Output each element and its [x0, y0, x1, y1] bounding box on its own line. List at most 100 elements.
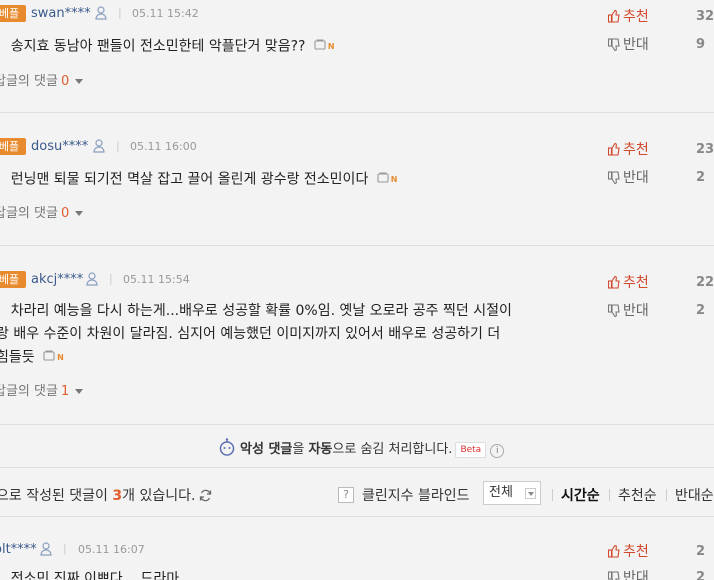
reply-count: 0: [60, 206, 70, 221]
user-icon[interactable]: [93, 138, 105, 153]
dislike-button[interactable]: 반대: [607, 36, 649, 56]
reply-toggle[interactable]: 답글의 댓글 0: [0, 206, 84, 222]
new-badge-icon: N: [390, 175, 398, 184]
comment-text: 송지효 동남아 팬들이 전소민한테 악플단거 맞음??: [10, 38, 306, 55]
like-label: 추천: [623, 544, 649, 560]
comment-date: 05.11 15:54: [123, 273, 190, 286]
like-button[interactable]: 추천: [607, 141, 649, 161]
reply-toggle[interactable]: 답글의 댓글 1: [0, 384, 84, 400]
caret-down-icon: [75, 211, 84, 216]
comment-body-line: 힘들듯 N: [0, 346, 64, 370]
dislike-label: 반대: [623, 570, 649, 580]
dislike-count: 2: [696, 170, 706, 185]
help-icon[interactable]: ?: [338, 487, 354, 503]
like-label: 추천: [623, 9, 649, 25]
comment-text: 전소민 진짜 이쁘다... 드라마: [10, 571, 180, 580]
total-prefix: 으로 작성된 댓글이: [0, 488, 113, 504]
robot-icon: [218, 438, 236, 462]
dislike-count: 2: [696, 570, 706, 580]
dislike-button[interactable]: 반대: [607, 569, 649, 580]
comment-nickname[interactable]: akcj****: [31, 272, 83, 288]
thumbs-down-icon: [607, 571, 620, 580]
sort-by-dislikes[interactable]: 반대순: [675, 485, 714, 505]
notice-text: 을: [292, 442, 309, 457]
report-icon[interactable]: [314, 35, 326, 58]
reply-label: 답글의 댓글: [0, 384, 58, 399]
comment-date: 05.11 16:07: [78, 543, 145, 556]
new-badge-icon: N: [57, 353, 64, 362]
like-count: 2: [696, 544, 706, 559]
reply-toggle[interactable]: 답글의 댓글 0: [0, 74, 84, 90]
comment-text: 런닝맨 퇴물 되기전 멱살 잡고 끌어 올린게 광수랑 전소민이다: [10, 171, 369, 188]
like-button[interactable]: 추천: [607, 8, 649, 28]
separator: |: [63, 542, 67, 555]
thumbs-up-icon: [607, 544, 620, 563]
thumbs-up-icon: [607, 275, 620, 294]
user-icon[interactable]: [40, 541, 52, 556]
auto-hide-notice-bar: 악성 댓글을 자동으로 숨김 처리합니다. Beta i: [0, 424, 714, 468]
total-suffix: 개 있습니다.: [122, 488, 196, 504]
comment-body: | 차라리 예능을 다시 하는게...배우로 성공할 확률 0%임. 옛날 오로라…: [0, 300, 512, 323]
comment-date: 05.11 15:42: [132, 7, 199, 20]
like-count: 22: [696, 275, 714, 290]
comment-nickname[interactable]: dosu****: [31, 139, 88, 155]
sort-by-likes[interactable]: 추천순: [618, 485, 657, 505]
comment-body: | 전소민 진짜 이쁘다... 드라마: [0, 568, 179, 580]
user-icon[interactable]: [95, 5, 107, 20]
reply-label: 답글의 댓글: [0, 206, 58, 221]
dislike-label: 반대: [623, 170, 649, 186]
sort-by-time[interactable]: 시간순: [561, 485, 600, 505]
dislike-count: 2: [696, 303, 706, 318]
notice-bold-text: 자동: [308, 442, 333, 457]
comment-sort-bar: 으로 작성된 댓글이 3개 있습니다. ? 클린지수 블라인드 전체 시간순 추…: [0, 470, 714, 516]
divider: [0, 516, 714, 517]
report-icon[interactable]: [377, 168, 389, 191]
dislike-button[interactable]: 반대: [607, 169, 649, 189]
separator: [609, 489, 610, 501]
comment-nickname[interactable]: swan****: [31, 6, 91, 22]
comment-body: | 런닝맨 퇴물 되기전 멱살 잡고 끌어 올린게 광수랑 전소민이다 N: [0, 168, 397, 192]
select-value: 전체: [489, 485, 513, 500]
comment-body-line: 랑 배우 수준이 차원이 달라짐. 심지어 예능했던 이미지까지 있어서 배우로…: [0, 323, 500, 346]
chevron-down-icon: [525, 488, 536, 499]
like-label: 추천: [623, 142, 649, 158]
divider: [0, 112, 714, 113]
clean-index-select[interactable]: 전체: [483, 481, 541, 505]
refresh-icon[interactable]: [199, 489, 212, 506]
thumbs-up-icon: [607, 142, 620, 161]
notice-bold-text: 악성 댓글: [240, 442, 293, 457]
quote-mark: |: [0, 571, 1, 580]
dislike-button[interactable]: 반대: [607, 302, 649, 322]
best-comment-badge: 베플: [0, 271, 26, 288]
caret-down-icon: [75, 389, 84, 394]
new-badge-icon: N: [327, 42, 335, 51]
like-count: 32: [696, 9, 714, 24]
dislike-count: 9: [696, 37, 706, 52]
thumbs-down-icon: [607, 171, 620, 189]
thumbs-down-icon: [607, 304, 620, 322]
best-comment-badge: 베플: [0, 138, 26, 155]
report-icon[interactable]: [43, 346, 55, 369]
comment-body: | 송지효 동남아 팬들이 전소민한테 악플단거 맞음?? N: [0, 35, 335, 59]
separator: |: [118, 6, 122, 19]
thumbs-down-icon: [607, 38, 620, 56]
divider: [0, 245, 714, 246]
like-label: 추천: [623, 275, 649, 291]
comment-nickname[interactable]: olt****: [0, 542, 37, 558]
beta-badge: Beta: [455, 442, 487, 458]
quote-mark: |: [0, 172, 1, 188]
best-comment-badge: 베플: [0, 5, 26, 22]
like-button[interactable]: 추천: [607, 543, 649, 563]
total-count: 3: [112, 488, 123, 504]
dislike-label: 반대: [623, 303, 649, 319]
notice-text: 으로 숨김 처리합니다.: [332, 442, 453, 457]
reply-label: 답글의 댓글: [0, 74, 58, 89]
dislike-label: 반대: [623, 37, 649, 53]
user-icon[interactable]: [86, 271, 98, 286]
comment-text: 차라리 예능을 다시 하는게...배우로 성공할 확률 0%임. 옛날 오로라 …: [10, 303, 512, 319]
comment-text: 랑 배우 수준이 차원이 달라짐. 심지어 예능했던 이미지까지 있어서 배우로…: [0, 326, 501, 342]
like-button[interactable]: 추천: [607, 274, 649, 294]
info-icon[interactable]: i: [490, 444, 505, 458]
reply-count: 1: [60, 384, 70, 399]
auto-hide-notice: 악성 댓글을 자동으로 숨김 처리합니다. Beta i: [218, 438, 505, 462]
